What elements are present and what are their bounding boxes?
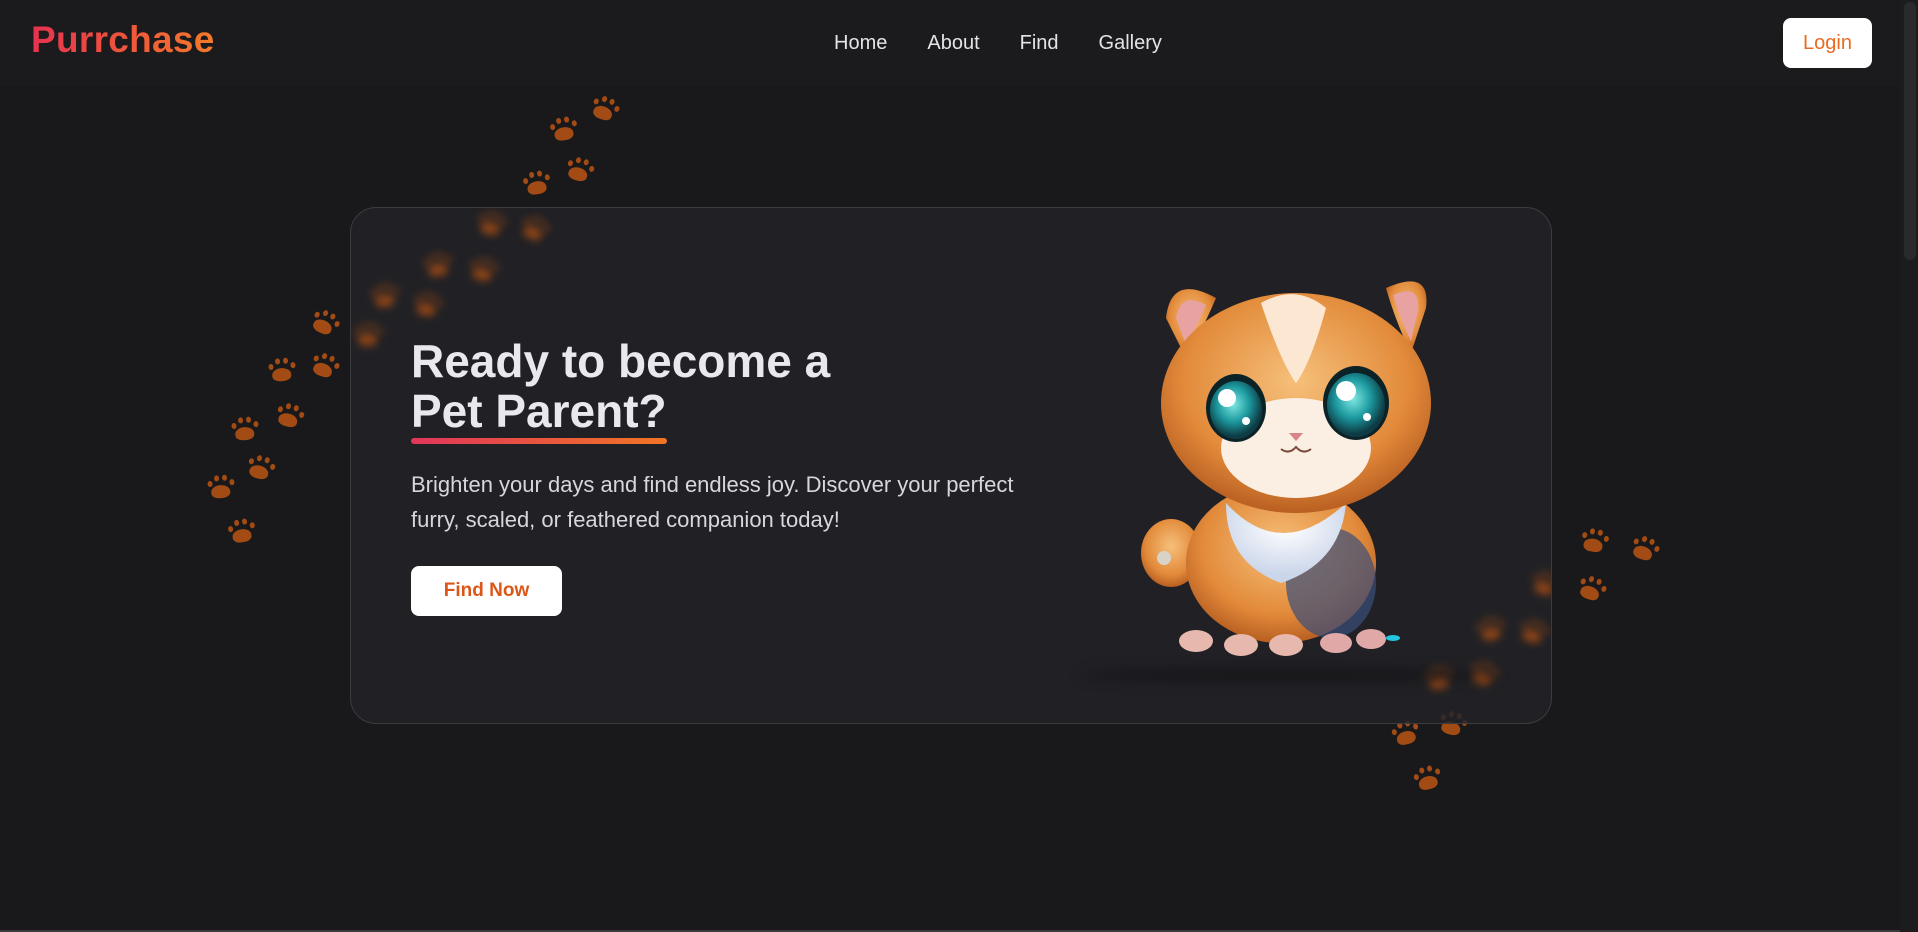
scrollbar-thumb[interactable] xyxy=(1904,2,1916,260)
paw-print-icon xyxy=(226,516,261,551)
brand-logo[interactable]: Purrchase xyxy=(31,19,215,61)
hero-card: Ready to become a Pet Parent? Brighten y… xyxy=(350,207,1552,724)
paw-print-icon xyxy=(1573,572,1611,610)
nav-gallery[interactable]: Gallery xyxy=(1099,32,1162,55)
nav-home[interactable]: Home xyxy=(834,32,887,55)
paw-print-icon xyxy=(516,212,554,250)
paw-print-icon xyxy=(467,255,502,290)
paw-print-icon xyxy=(411,290,446,325)
paw-print-icon xyxy=(1528,568,1551,605)
paw-print-icon xyxy=(1516,616,1551,653)
main-nav: Home About Find Gallery xyxy=(834,32,1162,55)
paw-print-icon xyxy=(521,168,556,203)
paw-print-icon xyxy=(475,209,510,244)
paw-print-icon xyxy=(586,92,624,130)
paw-print-icon xyxy=(548,114,583,149)
paw-print-icon xyxy=(306,349,344,387)
paw-print-icon xyxy=(370,282,403,315)
hero-title-line2: Pet Parent? xyxy=(411,385,667,437)
login-button[interactable]: Login xyxy=(1783,18,1872,68)
hero-title-line2-wrap: Pet Parent? xyxy=(411,385,667,444)
paw-print-icon xyxy=(305,305,345,345)
paw-print-icon xyxy=(206,473,239,506)
title-underline xyxy=(411,438,667,444)
kitten-illustration xyxy=(1141,281,1431,656)
hero-title-line1: Ready to become a xyxy=(411,335,831,387)
paw-print-icon xyxy=(354,322,384,352)
nav-about[interactable]: About xyxy=(927,32,979,55)
site-header: Purrchase Home About Find Gallery Login xyxy=(0,0,1900,86)
paw-print-icon xyxy=(1626,532,1664,570)
paw-print-icon xyxy=(1411,762,1448,799)
paw-print-icon xyxy=(272,400,309,437)
page-scrollbar[interactable] xyxy=(1900,0,1918,932)
hero-subtitle: Brighten your days and find endless joy.… xyxy=(411,472,1014,532)
paw-print-icon xyxy=(230,415,263,448)
nav-find[interactable]: Find xyxy=(1020,32,1059,55)
paw-print-icon xyxy=(267,356,300,389)
paw-print-icon xyxy=(422,250,457,285)
paw-print-icon xyxy=(243,452,280,489)
hero-title: Ready to become a Pet Parent? xyxy=(411,335,831,444)
paw-print-icon xyxy=(1475,614,1510,649)
paw-print-icon xyxy=(1578,526,1613,561)
find-now-button[interactable]: Find Now xyxy=(411,566,562,616)
paw-print-icon xyxy=(562,154,599,191)
